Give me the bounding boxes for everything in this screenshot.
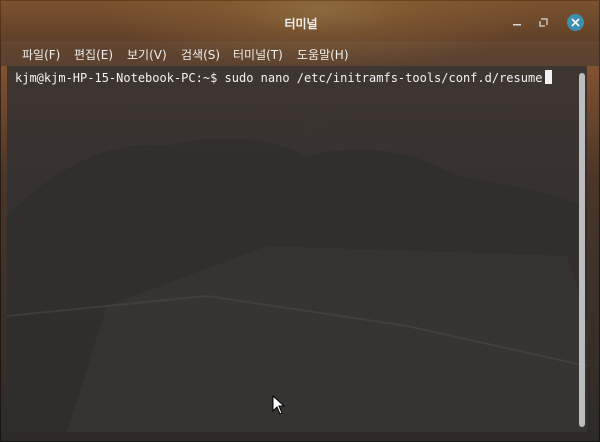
close-icon [571,18,580,27]
menu-bar: 파일(F) 편집(E) 보기(V) 검색(S) 터미널(T) 도움말(H) [1,41,600,66]
menu-help[interactable]: 도움말(H) [297,46,349,63]
menu-file[interactable]: 파일(F) [22,46,60,63]
title-bar[interactable]: 터미널 [1,1,600,41]
close-button[interactable] [567,14,584,31]
terminal-area[interactable]: kjm@kjm-HP-15-Notebook-PC:~$ sudo nano /… [7,66,587,432]
terminal-window: 터미널 파일(F) 편집(E) 보기(V) 검색(S) 터미널(T) 도움말(H… [0,0,600,442]
shell-prompt: kjm@kjm-HP-15-Notebook-PC:~$ [15,71,218,85]
minimize-button[interactable] [509,14,525,30]
maximize-button[interactable] [535,14,551,30]
menu-view[interactable]: 보기(V) [127,46,167,63]
maximize-icon [538,17,548,27]
scrollbar[interactable] [579,73,585,427]
terminal-line: kjm@kjm-HP-15-Notebook-PC:~$ sudo nano /… [15,70,553,86]
text-cursor [545,70,553,84]
mouse-pointer-icon [272,395,286,415]
background-scenery [7,80,587,432]
menu-search[interactable]: 검색(S) [181,46,220,63]
menu-edit[interactable]: 편집(E) [74,46,113,63]
typed-command: sudo nano /etc/initramfs-tools/conf.d/re… [224,71,543,85]
minimize-icon [513,24,521,26]
menu-terminal[interactable]: 터미널(T) [233,46,283,63]
